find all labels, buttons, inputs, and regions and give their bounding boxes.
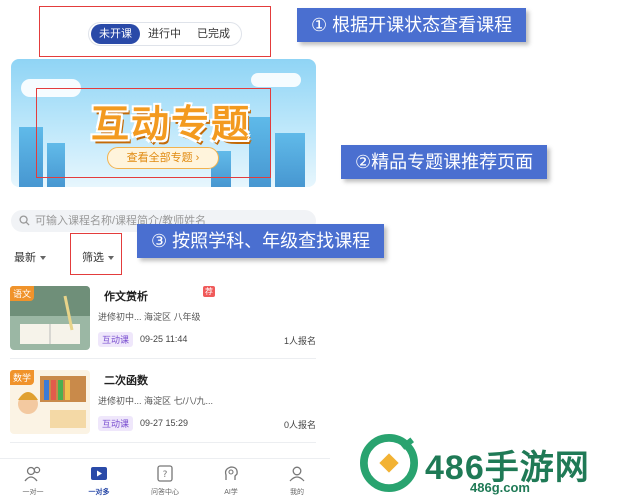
svg-text:?: ? [163, 470, 168, 480]
highlight-box-filter [70, 233, 122, 275]
tab-label: 一对一 [22, 489, 44, 496]
callout-topics: ②精品专题课推荐页面 [341, 145, 548, 179]
subject-badge: 语文 [10, 286, 35, 301]
sort-label: 最新 [14, 252, 36, 264]
tab-qa-center[interactable]: ? 问答中心 [132, 459, 198, 501]
course-time: 09-25 11:44 [140, 334, 188, 344]
qa-icon: ? [157, 465, 173, 482]
ai-brain-icon [224, 466, 238, 480]
tab-mine[interactable]: 我的 [264, 459, 330, 501]
highlight-box-banner [36, 88, 271, 178]
bottom-tab-bar: 一对一 一对多 ? 问答中心 AI学 我的 [0, 458, 330, 501]
people-icon [24, 466, 41, 482]
course-title: 二次函数 [104, 375, 148, 387]
tab-one-on-one[interactable]: 一对一 [0, 459, 66, 501]
user-icon [289, 466, 305, 482]
course-item[interactable]: 数学 二次函数 进修初中... 海淀区 七/八/九... 互动课 09-27 1… [10, 370, 320, 440]
course-meta: 进修初中... 海淀区 七/八/九... [98, 396, 214, 406]
video-play-icon [91, 467, 107, 480]
caret-down-icon [40, 256, 46, 261]
tab-label: AI学 [224, 489, 238, 496]
watermark-logo-icon [360, 434, 418, 492]
recommend-badge: 荐 [203, 286, 215, 297]
watermark-url: 486g.com [470, 480, 530, 495]
divider [10, 358, 316, 359]
enroll-count: 1人报名 [283, 336, 316, 346]
tab-one-to-many[interactable]: 一对多 [66, 459, 132, 501]
course-type-tag: 互动课 [98, 332, 134, 347]
tab-label: 我的 [290, 489, 304, 496]
course-type-tag: 互动课 [98, 416, 134, 431]
search-icon [19, 215, 30, 226]
course-meta: 进修初中... 海淀区 八年级 [98, 312, 201, 322]
sort-dropdown[interactable]: 最新 [14, 249, 46, 265]
tab-label: 问答中心 [151, 489, 179, 496]
course-time: 09-27 15:29 [140, 418, 189, 428]
callout-status: ① 根据开课状态查看课程 [297, 8, 527, 42]
highlight-box-status [39, 6, 271, 57]
divider [10, 442, 316, 443]
tab-ai-learn[interactable]: AI学 [198, 459, 264, 501]
course-item[interactable]: 语文 作文赏析 荐 进修初中... 海淀区 八年级 互动课 09-25 11:4… [10, 286, 320, 356]
enroll-count: 0人报名 [283, 420, 316, 430]
subject-badge: 数学 [10, 370, 35, 385]
callout-filter: ③ 按照学科、年级查找课程 [137, 224, 385, 258]
course-title: 作文赏析 [104, 291, 148, 303]
tab-label: 一对多 [88, 489, 110, 496]
